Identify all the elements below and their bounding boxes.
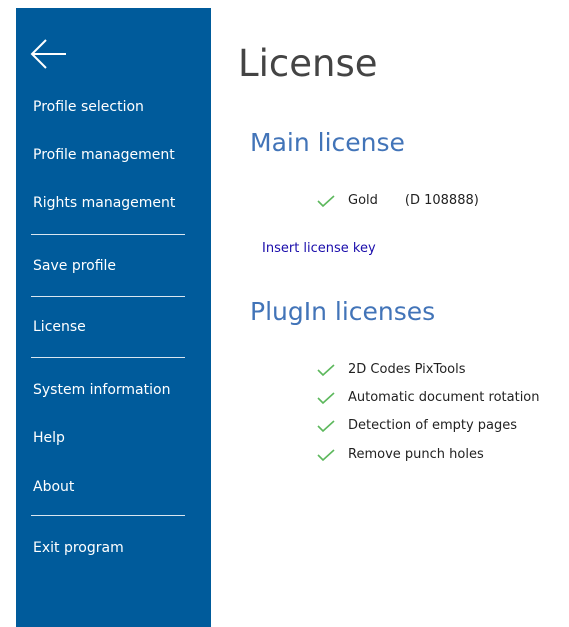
page-title: License [238,42,378,85]
plugin-licenses-heading: PlugIn licenses [250,297,436,326]
sidebar-divider [31,234,185,235]
plugin-license-label: 2D Codes PixTools [348,362,466,377]
sidebar-item-license[interactable]: License [33,319,86,335]
sidebar-item-exit-program[interactable]: Exit program [33,540,124,556]
main-license-row: Gold (D 108888) [316,193,479,208]
checkmark-icon [317,419,335,432]
checkmark-icon [317,391,335,404]
sidebar-divider [31,296,185,297]
plugin-license-item: Automatic document rotation [316,390,540,405]
checkmark-icon [317,194,335,207]
sidebar-item-about[interactable]: About [33,479,74,495]
plugin-license-item: Remove punch holes [316,447,484,462]
sidebar: Profile selection Profile management Rig… [16,8,211,627]
sidebar-item-save-profile[interactable]: Save profile [33,258,116,274]
plugin-license-item: Detection of empty pages [316,418,517,433]
sidebar-item-help[interactable]: Help [33,430,65,446]
license-level: Gold [348,193,378,208]
license-id: (D 108888) [404,193,479,208]
plugin-license-label: Automatic document rotation [348,390,540,405]
checkmark-icon [317,448,335,461]
back-button[interactable] [28,37,68,71]
sidebar-item-system-information[interactable]: System information [33,382,170,398]
sidebar-divider [31,357,185,358]
plugin-license-item: 2D Codes PixTools [316,362,465,377]
main-license-heading: Main license [250,128,405,157]
back-arrow-icon [30,39,66,69]
plugin-license-label: Remove punch holes [348,447,484,462]
sidebar-item-profile-management[interactable]: Profile management [33,147,175,163]
plugin-license-label: Detection of empty pages [348,418,518,433]
checkmark-icon [317,363,335,376]
insert-license-key-link[interactable]: Insert license key [262,241,376,256]
sidebar-item-profile-selection[interactable]: Profile selection [33,99,144,115]
sidebar-divider [31,515,185,516]
sidebar-item-rights-management[interactable]: Rights management [33,195,175,211]
